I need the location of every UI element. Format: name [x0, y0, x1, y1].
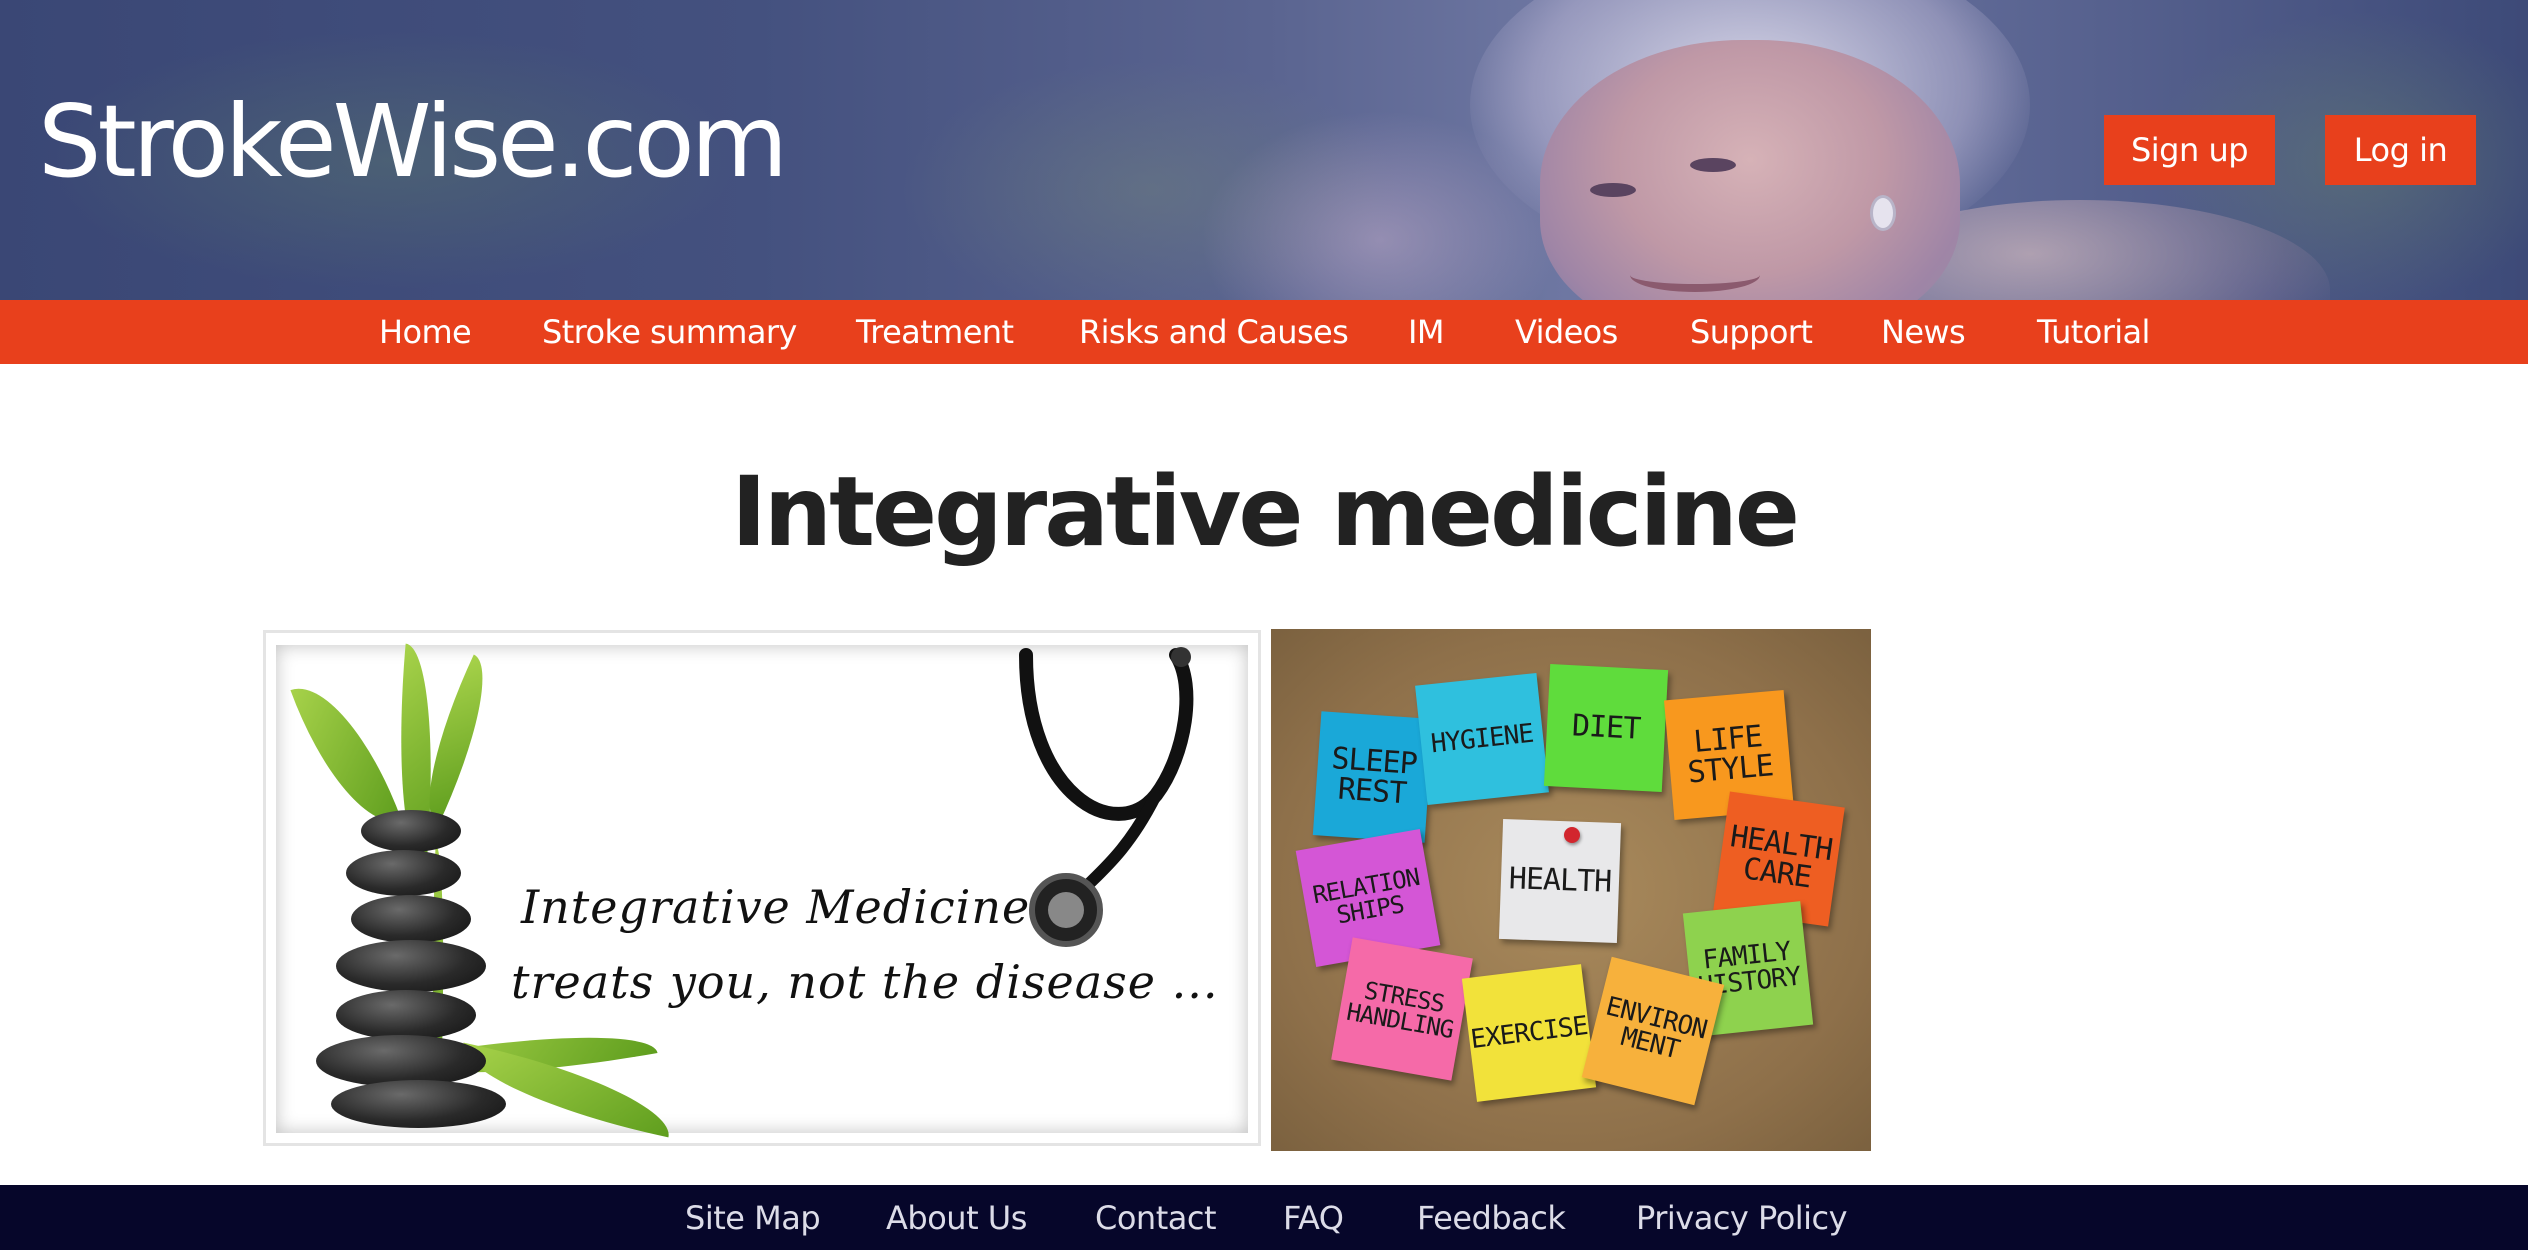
sticky-note: HYGIENE: [1415, 672, 1549, 806]
footer-link-contact[interactable]: Contact: [1095, 1185, 1217, 1250]
sticky-note: STRESS HANDLING: [1331, 937, 1473, 1081]
stone-graphic: [351, 895, 471, 943]
health-notes-image: SLEEP REST HYGIENE DIET LIFE STYLE RELAT…: [1271, 629, 1871, 1151]
sticky-note: HEALTH: [1498, 818, 1622, 944]
stone-graphic: [316, 1035, 486, 1087]
stone-graphic: [336, 990, 476, 1040]
footer-nav: Site Map About Us Contact FAQ Feedback P…: [0, 1185, 2528, 1250]
hero-woman-eye: [1690, 158, 1736, 172]
hero-header: StrokeWise.com Sign up Log in: [0, 0, 2528, 300]
footer-link-faq[interactable]: FAQ: [1283, 1185, 1344, 1250]
nav-item-news[interactable]: News: [1881, 300, 1966, 364]
stone-graphic: [331, 1080, 506, 1128]
footer-link-privacy-policy[interactable]: Privacy Policy: [1636, 1185, 1848, 1250]
nav-item-videos[interactable]: Videos: [1515, 300, 1618, 364]
main-nav: Home Stroke summary Treatment Risks and …: [0, 300, 2528, 364]
image-tagline: Integrative Medicine: [521, 880, 1031, 934]
stone-graphic: [346, 850, 461, 896]
sticky-note: SLEEP REST: [1312, 711, 1434, 843]
hero-woman-smile: [1630, 258, 1760, 292]
nav-item-tutorial[interactable]: Tutorial: [2037, 300, 2150, 364]
stone-graphic: [336, 940, 486, 992]
hero-woman-eye: [1590, 183, 1636, 197]
nav-item-im[interactable]: IM: [1408, 300, 1444, 364]
nav-item-stroke-summary[interactable]: Stroke summary: [542, 300, 797, 364]
footer-link-about-us[interactable]: About Us: [886, 1185, 1027, 1250]
footer-link-feedback[interactable]: Feedback: [1417, 1185, 1566, 1250]
sticky-note: DIET: [1543, 663, 1669, 793]
pushpin-icon: [1564, 827, 1580, 843]
sticky-note: ENVIRON MENT: [1581, 956, 1725, 1106]
image-frame: Integrative Medicine treats you, not the…: [276, 643, 1248, 1138]
sticky-note: EXERCISE: [1461, 964, 1597, 1102]
login-button[interactable]: Log in: [2325, 115, 2476, 185]
hero-woman-earring: [1870, 195, 1896, 231]
nav-item-treatment[interactable]: Treatment: [856, 300, 1014, 364]
integrative-medicine-image: Integrative Medicine treats you, not the…: [263, 630, 1261, 1146]
page-title: Integrative medicine: [731, 456, 1800, 568]
signup-button[interactable]: Sign up: [2104, 115, 2275, 185]
nav-item-risks-and-causes[interactable]: Risks and Causes: [1079, 300, 1349, 364]
stethoscope-icon: [1019, 647, 1194, 947]
stone-graphic: [361, 810, 461, 852]
nav-item-home[interactable]: Home: [379, 300, 472, 364]
footer-link-site-map[interactable]: Site Map: [685, 1185, 821, 1250]
site-logo[interactable]: StrokeWise.com: [38, 92, 788, 192]
image-tagline: treats you, not the disease ...: [511, 955, 1219, 1009]
nav-item-support[interactable]: Support: [1690, 300, 1813, 364]
